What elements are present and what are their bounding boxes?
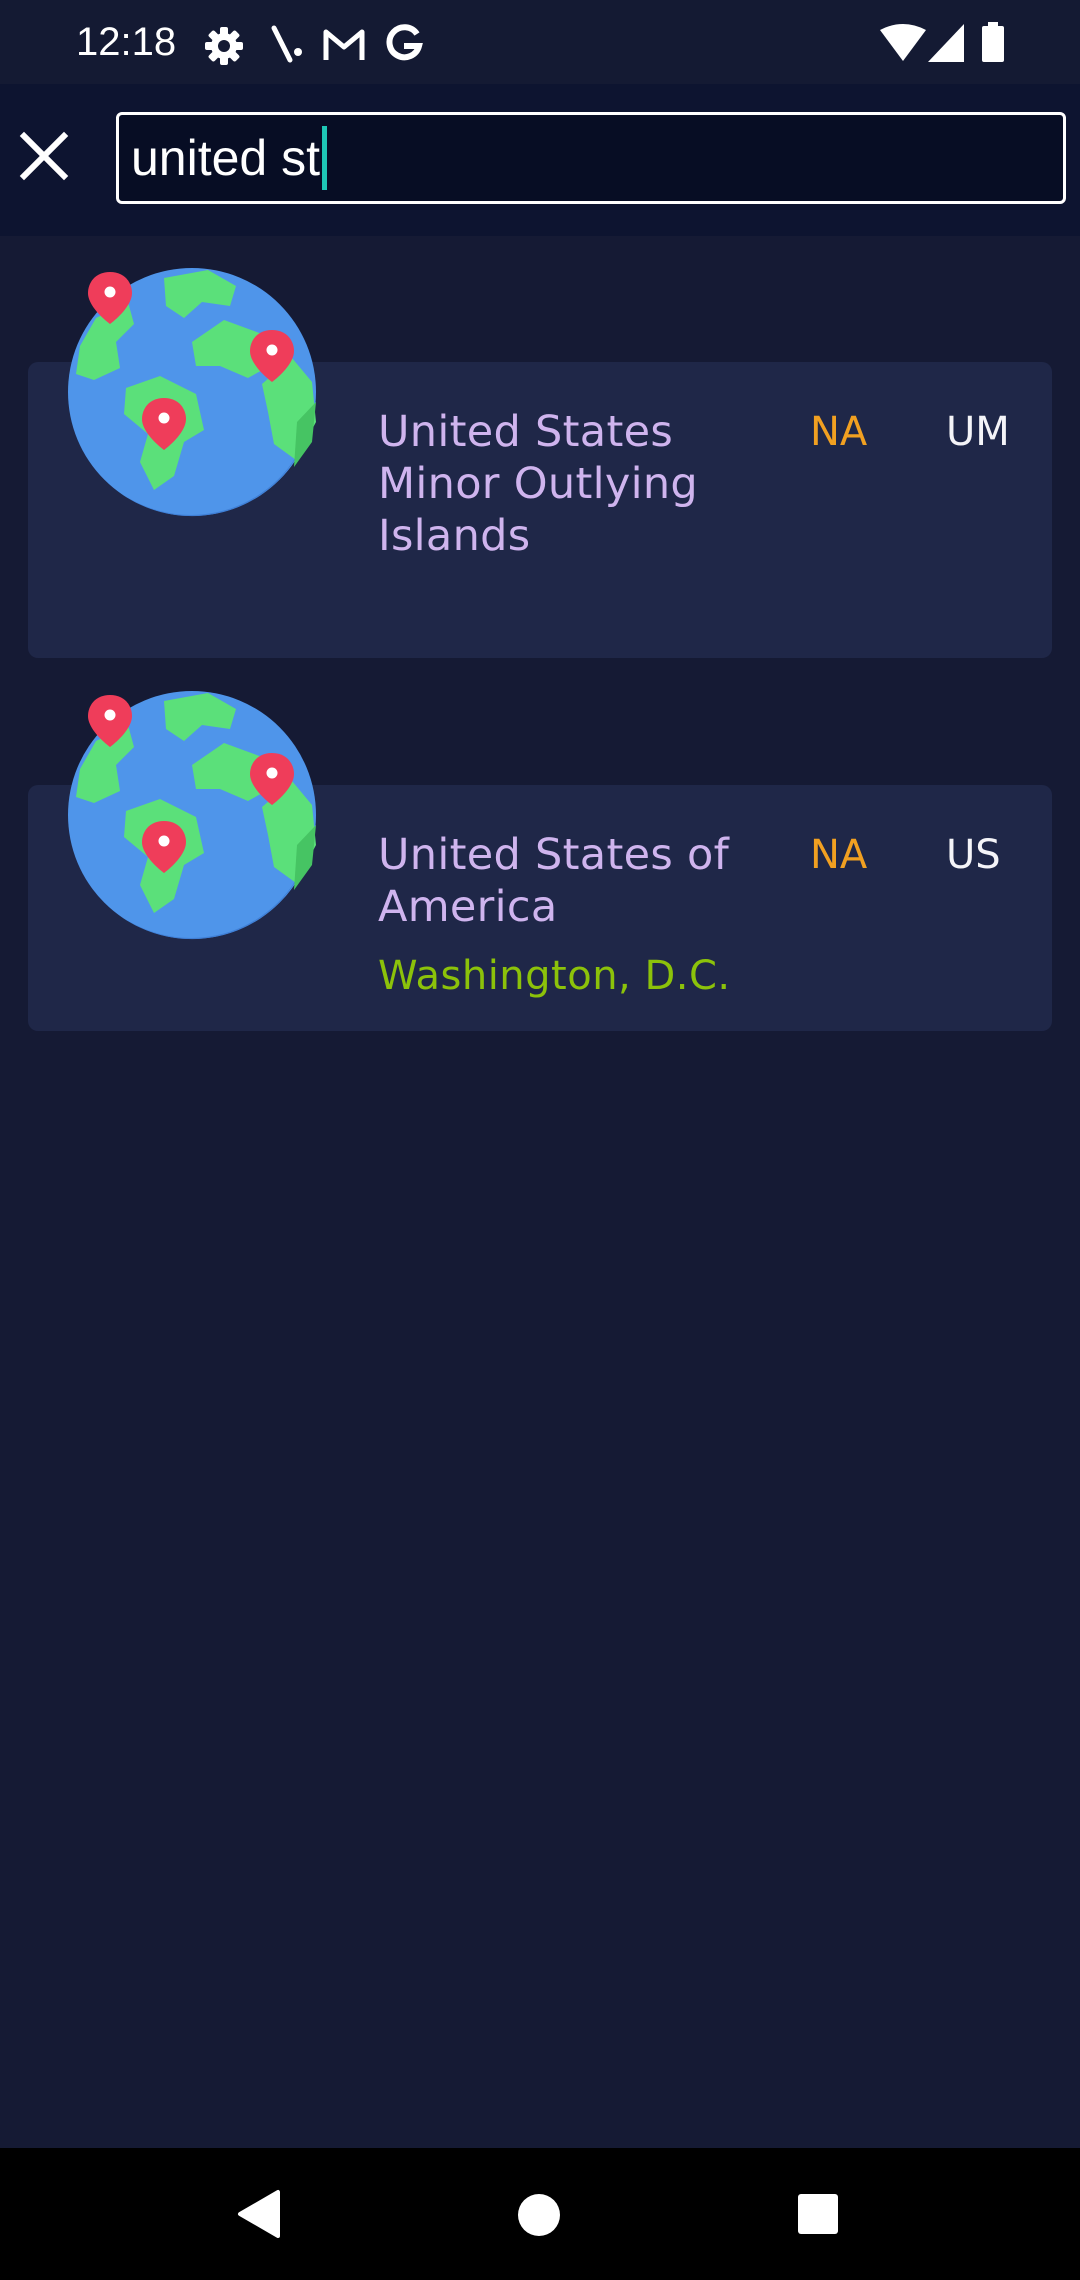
country-name: United States of America	[378, 830, 730, 932]
status-time: 12:18	[76, 20, 177, 64]
status-bar: 12:18	[0, 0, 1080, 84]
country-name: United States Minor Outlying Islands	[378, 407, 699, 561]
home-icon[interactable]	[516, 2192, 562, 2238]
gear-icon	[205, 27, 243, 65]
back-icon[interactable]	[234, 2188, 282, 2240]
close-icon[interactable]	[12, 124, 76, 188]
country-code: UM	[946, 409, 1010, 455]
region-code: NA	[810, 409, 868, 455]
globe-icon	[68, 691, 316, 940]
cell-signal-icon	[928, 24, 964, 62]
capital-city: Washington, D.C.	[378, 953, 731, 999]
signal-slash-icon	[271, 25, 302, 63]
globe-icon	[68, 268, 316, 517]
gmail-icon	[323, 29, 365, 60]
search-input-value: united st	[131, 130, 321, 186]
region-code: NA	[810, 832, 868, 878]
recents-icon[interactable]	[796, 2192, 840, 2236]
battery-icon	[982, 22, 1004, 62]
search-bar: united st	[0, 84, 1080, 236]
text-cursor	[322, 126, 328, 190]
google-icon	[386, 24, 423, 61]
navigation-bar	[0, 2148, 1080, 2280]
wifi-icon	[880, 24, 926, 61]
country-code: US	[946, 832, 1001, 878]
search-input[interactable]: united st	[116, 112, 1066, 204]
